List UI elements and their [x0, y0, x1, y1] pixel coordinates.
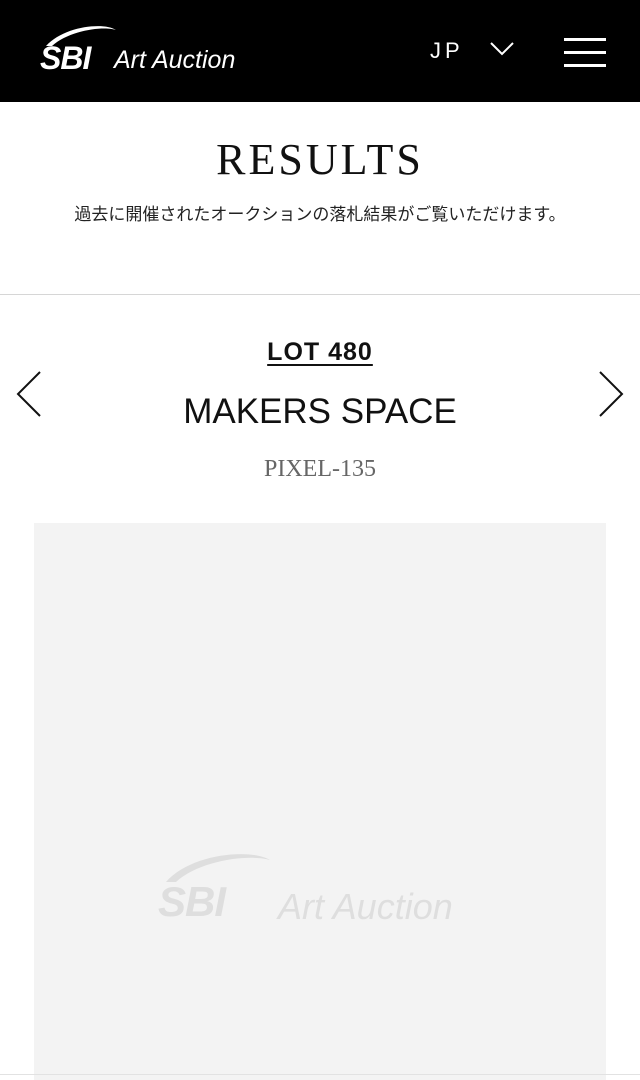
- logo-name: Art Auction: [114, 46, 236, 74]
- lot-subtitle: PIXEL-135: [264, 456, 376, 482]
- bottom-divider: [0, 1074, 640, 1075]
- page-title: RESULTS: [216, 135, 424, 184]
- logo-brand: SBI: [40, 40, 91, 76]
- hamburger-menu-icon[interactable]: [564, 38, 606, 68]
- lot-number-link[interactable]: LOT 480: [267, 338, 373, 366]
- page-description: 過去に開催されたオークションの落札結果がご覧いただけます。: [74, 205, 566, 225]
- watermark-name: Art Auction: [278, 886, 453, 927]
- chevron-down-icon[interactable]: [489, 40, 515, 58]
- section-divider: [0, 294, 640, 295]
- watermark-brand: SBI: [158, 878, 226, 925]
- lot-number: LOT 480: [0, 338, 640, 367]
- language-selector[interactable]: JP: [430, 38, 464, 64]
- watermark-logo: SBI Art Auction: [154, 848, 494, 928]
- lot-title: MAKERS SPACE: [183, 392, 457, 431]
- site-header: SBI Art Auction JP: [0, 0, 640, 102]
- artwork-image-placeholder[interactable]: SBI Art Auction: [34, 523, 606, 1080]
- site-logo[interactable]: SBI Art Auction: [34, 20, 274, 80]
